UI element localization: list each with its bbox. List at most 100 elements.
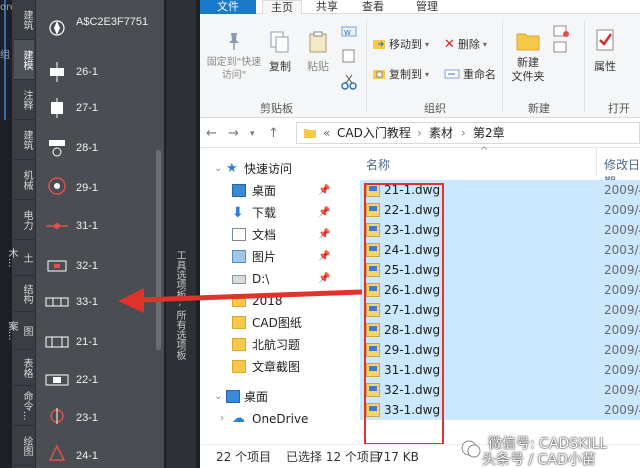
recent-dropdown-icon[interactable]: ▾ xyxy=(250,129,255,139)
palette-tab[interactable]: 结构 xyxy=(14,276,34,312)
copy-button[interactable]: 复制 xyxy=(266,30,294,74)
file-date: 2009/4 xyxy=(604,343,640,357)
move-to-label: 移动到 xyxy=(389,38,422,51)
file-row[interactable]: 29-1.dwg 2009/4 xyxy=(360,340,640,360)
breadcrumb-materials[interactable]: 素材 xyxy=(429,123,453,143)
palette-item[interactable]: 23-1 xyxy=(36,406,164,432)
file-row[interactable]: 22-1.dwg 2009/4 xyxy=(360,200,640,220)
palette-item[interactable]: A$C2E3F7751 xyxy=(36,14,164,50)
pin-icon[interactable]: 📌 xyxy=(318,246,330,268)
file-row[interactable]: 28-1.dwg 2009/4 xyxy=(360,320,640,340)
dwg-file-icon xyxy=(366,283,380,297)
palette-tab[interactable]: 绘图 xyxy=(14,426,34,466)
watermark-line1: 微信号: CADSKILL xyxy=(488,436,608,452)
expand-chevron-icon[interactable]: ⌄ xyxy=(214,386,222,408)
cut-path-icon[interactable]: W xyxy=(340,24,360,38)
dwg-file-icon xyxy=(366,323,380,337)
nav-downloads[interactable]: ⬇ 下载 📌 xyxy=(200,202,360,224)
pin-icon[interactable]: 📌 xyxy=(318,180,330,202)
pin-icon[interactable]: 📌 xyxy=(318,268,330,290)
selected-size: 717 KB xyxy=(376,450,419,464)
up-arrow-icon[interactable]: ↑ xyxy=(268,126,279,141)
properties-label: 属性 xyxy=(594,60,616,73)
expand-chevron-icon[interactable]: › xyxy=(220,408,224,430)
file-row[interactable]: 25-1.dwg 2009/4 xyxy=(360,260,640,280)
nav-documents[interactable]: 文档 📌 xyxy=(200,224,360,246)
copy-path-icon[interactable] xyxy=(340,48,358,63)
nav-onedrive[interactable]: › ☁ OneDrive xyxy=(200,408,360,430)
tab-view[interactable]: 查看 xyxy=(362,0,384,14)
breadcrumb-cad-tutorial[interactable]: CAD入门教程 xyxy=(337,123,411,143)
tab-home[interactable]: 主页 xyxy=(262,0,302,14)
address-overflow[interactable]: « xyxy=(323,123,330,143)
pin-icon[interactable]: 📌 xyxy=(318,224,330,246)
file-name: 25-1.dwg xyxy=(384,263,441,277)
expand-chevron-icon[interactable]: ⌄ xyxy=(214,158,222,180)
breadcrumb-chapter2[interactable]: 第2章 xyxy=(473,123,505,143)
copy-to-button[interactable]: 复制到 ▾ xyxy=(372,66,429,82)
new-folder-button[interactable]: 新建 文件夹 xyxy=(508,28,548,84)
palette-item[interactable]: 29-1 xyxy=(36,176,164,202)
rename-label: 重命名 xyxy=(463,68,496,81)
new-item-icons[interactable] xyxy=(552,24,572,64)
pin-icon[interactable]: 📌 xyxy=(318,202,330,224)
file-row[interactable]: 21-1.dwg 2009/4 xyxy=(360,180,640,200)
file-name: 27-1.dwg xyxy=(384,303,441,317)
palette-scrollbar[interactable] xyxy=(156,150,161,350)
address-bar[interactable]: « CAD入门教程 › 素材 › 第2章 xyxy=(296,122,640,144)
nav-desktop[interactable]: 桌面 📌 xyxy=(200,180,360,202)
nav-quick-access[interactable]: ⌄ ★ 快速访问 xyxy=(200,158,360,180)
file-row[interactable]: 33-1.dwg 2009/4 xyxy=(360,400,640,420)
file-row[interactable]: 32-1.dwg 2009/4 xyxy=(360,380,640,400)
palette-tab[interactable]: 注释 xyxy=(14,80,34,120)
nav-pictures[interactable]: 图片 📌 xyxy=(200,246,360,268)
nav-folder-exercises[interactable]: 北航习题 xyxy=(200,334,360,356)
palette-tab[interactable]: 土木... xyxy=(6,240,34,276)
tab-file[interactable]: 文件 xyxy=(200,0,256,14)
column-name[interactable]: 名称 xyxy=(366,156,390,173)
palette-item[interactable]: 32-1 xyxy=(36,254,164,280)
palette-tab[interactable]: 表格 xyxy=(14,350,34,386)
palette-tab[interactable]: 电力 xyxy=(14,200,34,240)
palette-item[interactable]: 28-1 xyxy=(36,136,164,162)
palette-item[interactable]: 31-1 xyxy=(36,214,164,240)
palette-item[interactable]: 22-1 xyxy=(36,368,164,394)
scissors-icon[interactable] xyxy=(340,74,358,90)
cad-symbol-icon xyxy=(45,297,69,307)
pin-quick-access-button[interactable]: 固定到"快速访问" xyxy=(206,30,262,82)
nav-desktop-root[interactable]: ⌄ 桌面 xyxy=(200,386,360,408)
palette-item[interactable]: 24-1 xyxy=(36,444,164,468)
move-to-button[interactable]: 移动到 ▾ xyxy=(372,36,429,52)
file-row[interactable]: 31-1.dwg 2009/4 xyxy=(360,360,640,380)
palette-item[interactable]: 26-1 xyxy=(36,60,164,86)
palette-tab[interactable]: 图案... xyxy=(6,312,34,350)
palette-item[interactable]: 33-1 xyxy=(36,290,164,316)
paste-button[interactable]: 粘贴 xyxy=(304,30,332,74)
nav-folder-screenshots[interactable]: 文章截图 xyxy=(200,356,360,378)
palette-tab[interactable]: 建模 xyxy=(14,40,34,80)
nav-drive-d[interactable]: D:\ 📌 xyxy=(200,268,360,290)
tab-share[interactable]: 共享 xyxy=(316,0,338,14)
file-date: 2009/4 xyxy=(604,383,640,397)
palette-tab[interactable]: 建筑 xyxy=(14,120,34,160)
delete-button[interactable]: ✕ 删除 ▾ xyxy=(444,36,487,52)
file-row[interactable]: 23-1.dwg 2009/4 xyxy=(360,220,640,240)
palette-title-bar[interactable] xyxy=(166,0,196,468)
palette-tab[interactable]: 建筑 xyxy=(14,0,34,40)
tab-manage[interactable]: 管理 xyxy=(416,0,438,14)
file-row[interactable]: 24-1.dwg 2003/3 xyxy=(360,240,640,260)
palette-tab[interactable]: 机械 xyxy=(14,160,34,200)
cad-symbol-icon xyxy=(50,62,64,82)
palette-item[interactable]: 21-1 xyxy=(36,330,164,356)
palette-item[interactable]: 27-1 xyxy=(36,96,164,122)
palette-tab[interactable]: 命令... xyxy=(14,386,34,426)
file-row[interactable]: 26-1.dwg 2009/4 xyxy=(360,280,640,300)
properties-button[interactable]: 属性 xyxy=(590,28,620,74)
file-row[interactable]: 27-1.dwg 2009/4 xyxy=(360,300,640,320)
forward-arrow-icon[interactable]: → xyxy=(228,126,239,141)
rename-button[interactable]: 重命名 xyxy=(444,66,496,82)
back-arrow-icon[interactable]: ← xyxy=(206,126,217,141)
nav-folder-2018[interactable]: 2018 xyxy=(200,290,360,312)
cad-symbol-icon xyxy=(51,98,63,118)
nav-folder-cad[interactable]: CAD图纸 xyxy=(200,312,360,334)
